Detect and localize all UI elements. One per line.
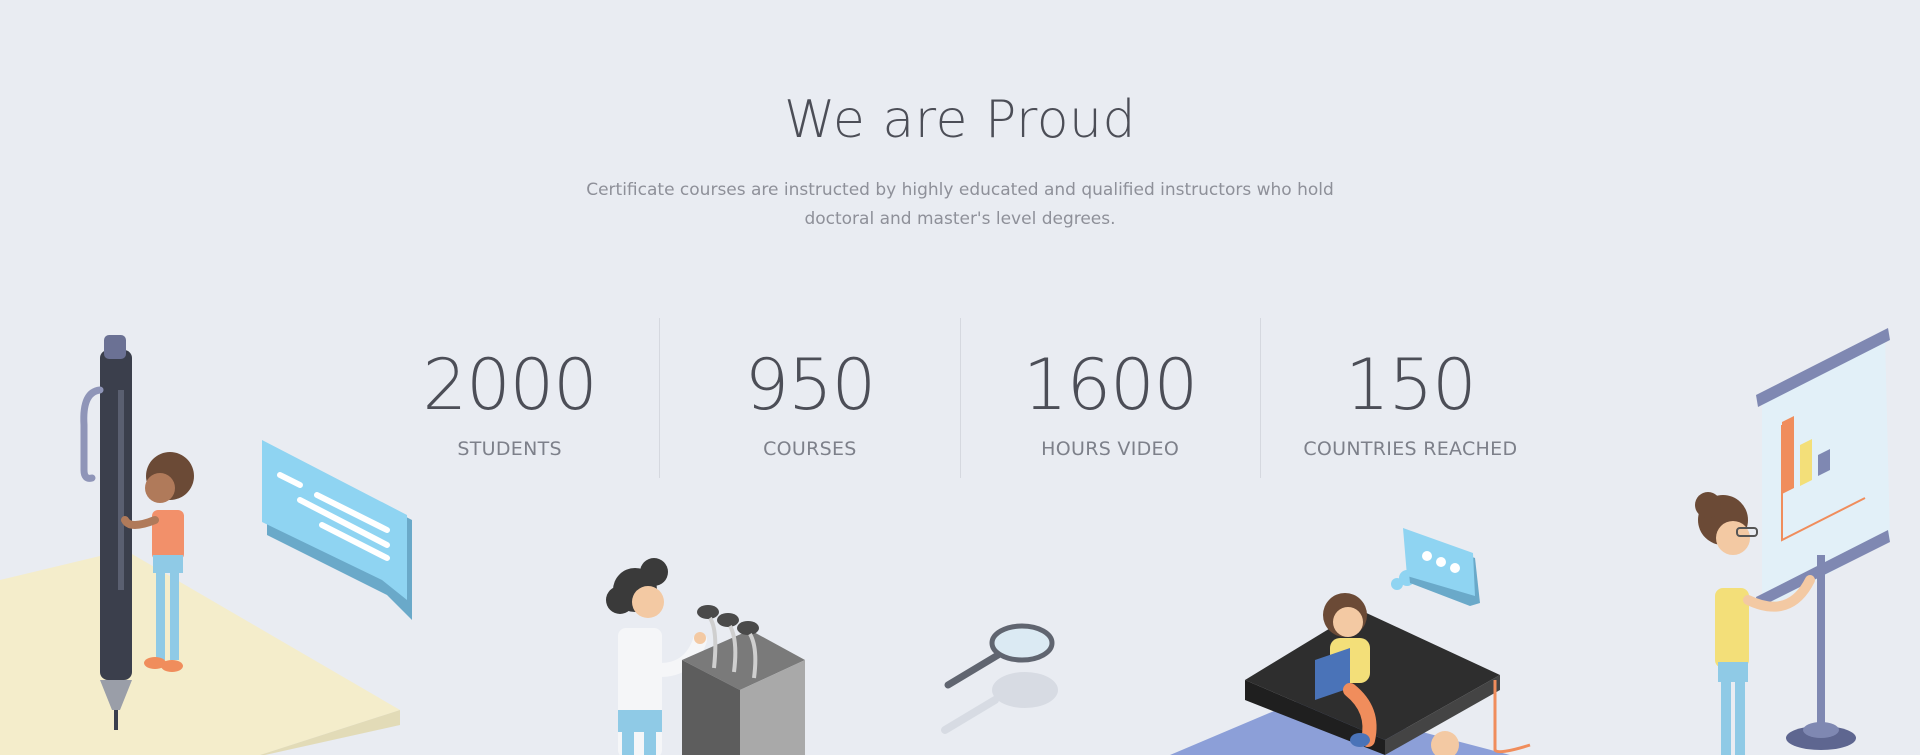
- student-reading-on-desk-illustration: [1170, 593, 1531, 755]
- stat-number: 150: [1345, 344, 1477, 426]
- stats-section: We are Proud Certificate courses are ins…: [0, 0, 1920, 755]
- speaker-at-podium-illustration: [606, 558, 805, 755]
- stat-label: COUNTRIES REACHED: [1303, 438, 1518, 460]
- section-title: We are Proud: [784, 90, 1136, 150]
- stat-courses: 950 COURSES: [659, 318, 959, 478]
- section-subtitle: Certificate courses are instructed by hi…: [586, 180, 1334, 229]
- stats-row: 2000 STUDENTS 950 COURSES 1600 HOURS VID…: [360, 318, 1560, 478]
- stat-number: 950: [744, 344, 877, 426]
- presenter-with-chart-board-illustration: [1695, 328, 1890, 755]
- stat-countries-reached: 150 COUNTRIES REACHED: [1259, 318, 1560, 478]
- stat-label: HOURS VIDEO: [1041, 438, 1180, 460]
- stat-label: COURSES: [763, 438, 857, 460]
- stat-number: 1600: [1023, 344, 1198, 426]
- stat-hours-video: 1600 HOURS VIDEO: [959, 318, 1260, 478]
- speech-bubble-icon: [262, 440, 412, 620]
- magnifying-glass-icon: [941, 623, 1058, 734]
